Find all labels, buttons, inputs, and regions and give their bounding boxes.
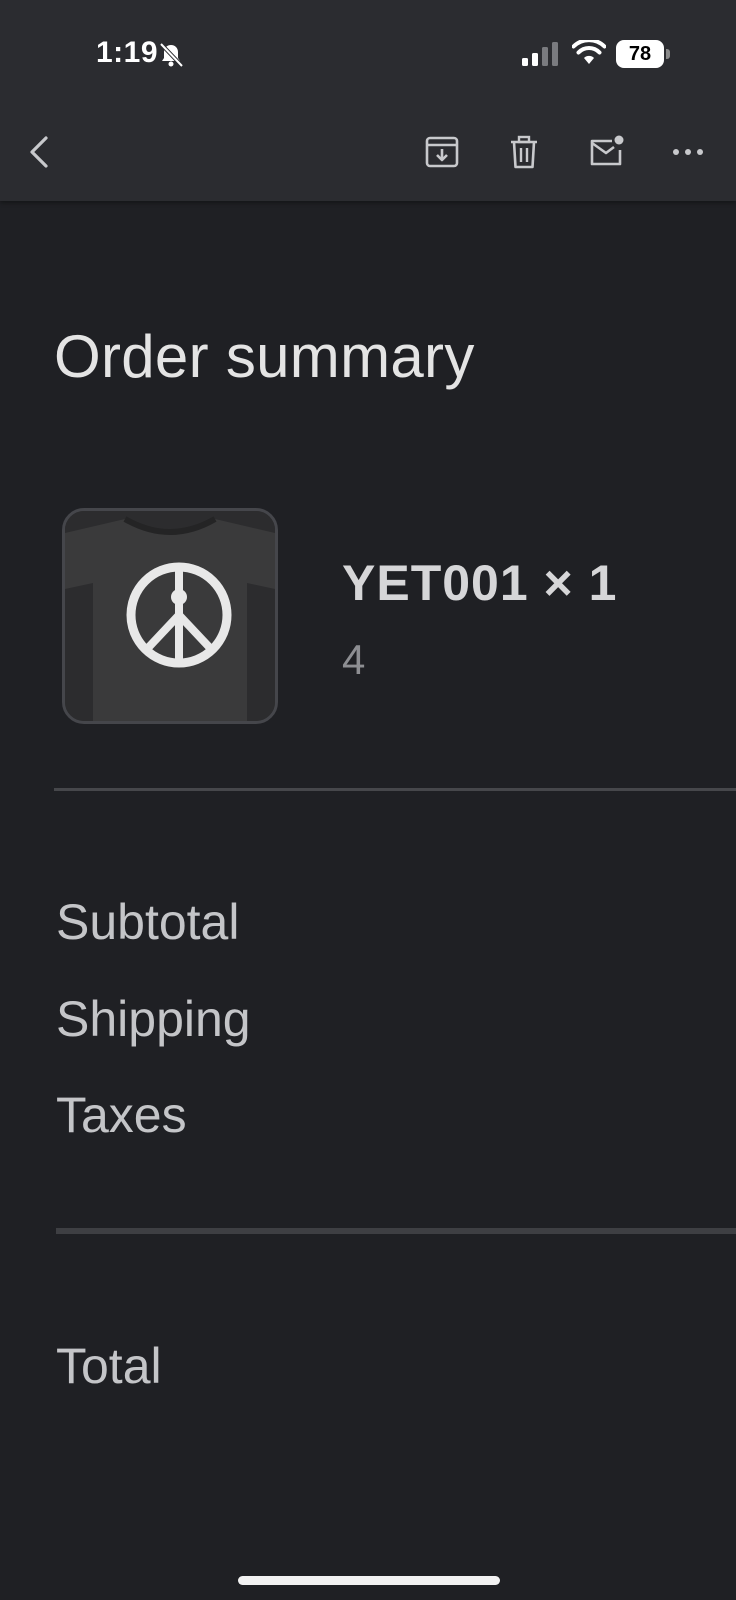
subtotal-label: Subtotal	[56, 894, 240, 950]
divider	[56, 1228, 736, 1234]
tshirt-image	[65, 511, 275, 721]
shipping-label: Shipping	[56, 991, 251, 1047]
bell-off-icon	[159, 42, 184, 68]
email-screen: 1:19 78 Order summary YET001 × 1 4 Subto…	[0, 0, 736, 1600]
trash-icon[interactable]	[506, 134, 542, 170]
cellular-signal-icon	[522, 42, 558, 66]
order-summary-title: Order summary	[54, 323, 475, 390]
taxes-label: Taxes	[56, 1087, 187, 1143]
battery-indicator: 78	[616, 40, 670, 68]
home-indicator[interactable]	[238, 1576, 500, 1585]
product-variant: 4	[342, 636, 366, 683]
product-name: YET001 × 1	[342, 555, 618, 611]
battery-level: 78	[616, 40, 664, 68]
wifi-icon	[572, 40, 606, 64]
top-bar: 1:19 78	[0, 0, 736, 201]
more-horizontal-icon[interactable]	[670, 134, 706, 170]
divider	[54, 788, 736, 791]
mail-unread-icon[interactable]	[588, 134, 624, 170]
total-label: Total	[56, 1338, 162, 1394]
chevron-left-icon[interactable]	[20, 132, 60, 172]
archive-icon[interactable]	[424, 134, 460, 170]
battery-tip	[666, 49, 670, 59]
status-time: 1:19	[96, 36, 159, 69]
product-image	[62, 508, 278, 724]
